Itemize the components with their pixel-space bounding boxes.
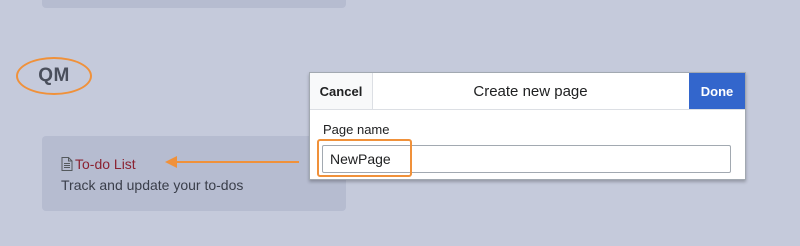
todo-card: To-do List Track and update your to-dos xyxy=(42,136,346,211)
todo-list-link-text[interactable]: To-do List xyxy=(75,156,136,172)
cancel-button[interactable]: Cancel xyxy=(310,73,373,109)
page-name-label: Page name xyxy=(323,122,390,137)
create-page-dialog: Cancel Create new page Done Page name xyxy=(309,72,746,180)
dialog-header: Cancel Create new page Done xyxy=(310,73,745,110)
dialog-title: Create new page xyxy=(473,82,588,100)
qm-annotation-circle: QM xyxy=(16,57,92,95)
todo-description: Track and update your to-dos xyxy=(61,177,244,193)
annotation-arrow xyxy=(165,156,299,168)
done-button[interactable]: Done xyxy=(689,73,745,109)
qm-label: QM xyxy=(38,65,70,86)
todo-list-link[interactable]: To-do List xyxy=(61,156,136,172)
page-name-input[interactable] xyxy=(322,145,731,173)
previous-card xyxy=(42,0,346,8)
document-icon xyxy=(61,157,73,171)
